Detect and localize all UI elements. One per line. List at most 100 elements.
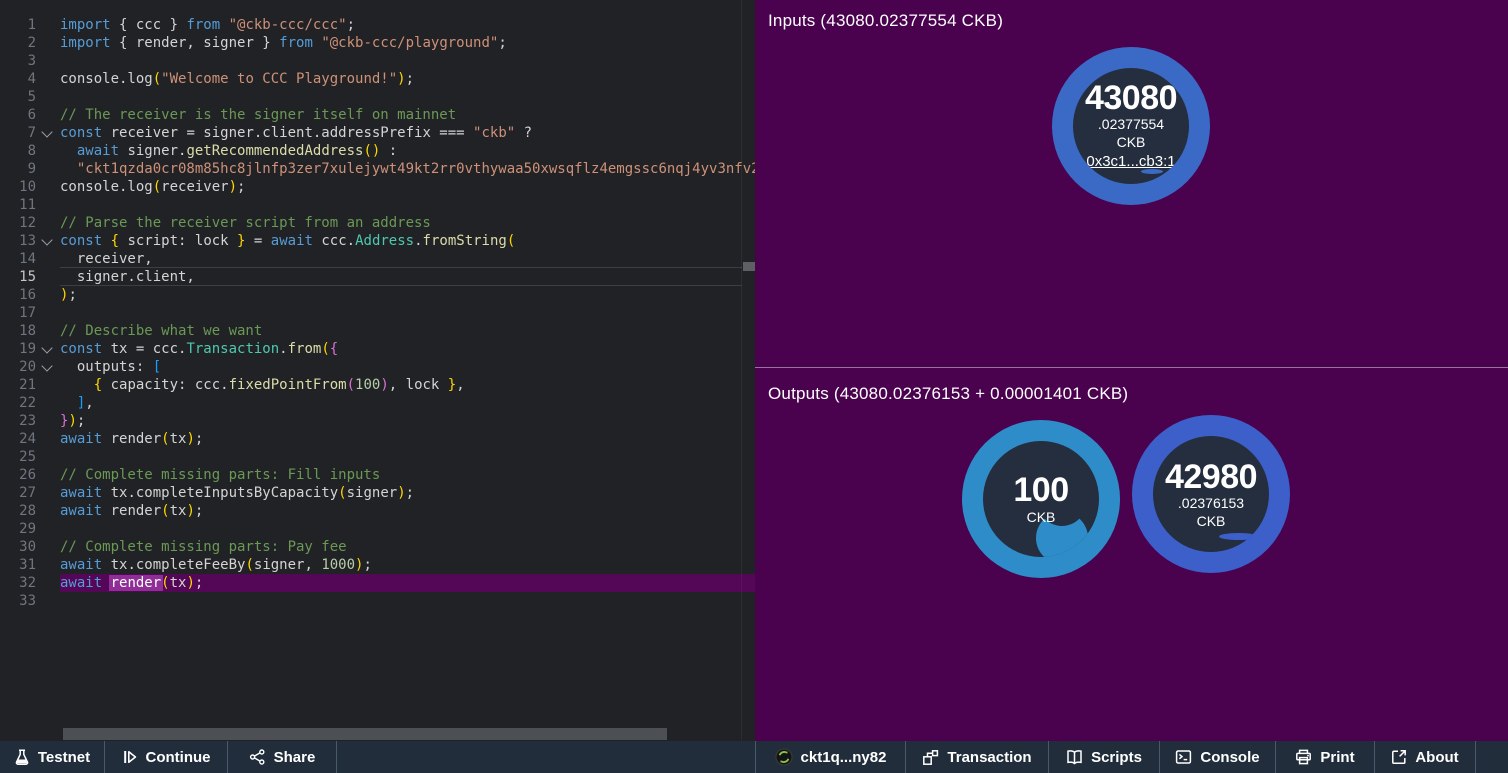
line-number: 20 <box>0 358 36 376</box>
code-line[interactable]: 4console.log("Welcome to CCC Playground!… <box>0 70 755 88</box>
output-0-unit: CKB <box>1027 508 1056 526</box>
horizontal-scrollbar-thumb[interactable] <box>63 728 667 740</box>
code-text <box>60 304 755 322</box>
code-text: // Parse the receiver script from an add… <box>60 214 755 232</box>
fold-gutter <box>36 16 60 34</box>
code-line[interactable]: 17 <box>0 304 755 322</box>
outputs-title: Outputs (43080.02376153 + 0.00001401 CKB… <box>768 384 1128 404</box>
code-line[interactable]: 15 signer.client, <box>0 268 755 286</box>
code-line[interactable]: 21 { capacity: ccc.fixedPointFrom(100), … <box>0 376 755 394</box>
scripts-button[interactable]: Scripts <box>1049 741 1160 773</box>
scripts-icon <box>1066 749 1083 765</box>
code-text: // Complete missing parts: Fill inputs <box>60 466 755 484</box>
fold-gutter <box>36 592 60 610</box>
console-button[interactable]: Console <box>1160 741 1276 773</box>
code-line[interactable]: 31await tx.completeFeeBy(signer, 1000); <box>0 556 755 574</box>
line-number: 1 <box>0 16 36 34</box>
code-line[interactable]: 32await render(tx); <box>0 574 755 592</box>
code-line[interactable]: 9 "ckt1qzda0cr08m85hc8jlnfp3zer7xulejywt… <box>0 160 755 178</box>
transaction-panel: Inputs (43080.02377554 CKB) 43080 .02377… <box>755 0 1508 741</box>
share-button[interactable]: Share <box>228 741 337 773</box>
fold-gutter <box>36 196 60 214</box>
step-forward-icon <box>122 749 138 765</box>
code-line[interactable]: 2import { render, signer } from "@ckb-cc… <box>0 34 755 52</box>
code-line[interactable]: 6// The receiver is the signer itself on… <box>0 106 755 124</box>
fold-chevron-icon[interactable] <box>36 358 60 376</box>
fold-gutter <box>36 412 60 430</box>
fold-chevron-icon[interactable] <box>36 340 60 358</box>
code-line[interactable]: 5 <box>0 88 755 106</box>
code-line[interactable]: 12 // Parse the receiver script from an a… <box>0 214 755 232</box>
code-line[interactable]: 14 receiver, <box>0 250 755 268</box>
line-number: 22 <box>0 394 36 412</box>
fold-gutter <box>36 394 60 412</box>
code-text: { capacity: ccc.fixedPointFrom(100), loc… <box>60 376 755 394</box>
line-number: 12 <box>0 214 36 232</box>
button-label: Continue <box>146 749 211 766</box>
code-line[interactable]: 7const receiver = signer.client.addressP… <box>0 124 755 142</box>
code-line[interactable]: 27await tx.completeInputsByCapacity(sign… <box>0 484 755 502</box>
code-line[interactable]: 24await render(tx); <box>0 430 755 448</box>
code-text <box>60 520 755 538</box>
fold-chevron-icon[interactable] <box>36 124 60 142</box>
code-line[interactable]: 33 <box>0 592 755 610</box>
about-button[interactable]: About <box>1375 741 1476 773</box>
fold-gutter <box>36 286 60 304</box>
code-line[interactable]: 10console.log(receiver); <box>0 178 755 196</box>
line-number: 29 <box>0 520 36 538</box>
code-line[interactable]: 30// Complete missing parts: Pay fee <box>0 538 755 556</box>
print-button[interactable]: Print <box>1276 741 1375 773</box>
code-text: const tx = ccc.Transaction.from({ <box>60 340 755 358</box>
line-number: 6 <box>0 106 36 124</box>
code-line[interactable]: 13const { script: lock } = await ccc.Add… <box>0 232 755 250</box>
transaction-button[interactable]: Transaction <box>906 741 1049 773</box>
code-line[interactable]: 1import { ccc } from "@ckb-ccc/ccc"; <box>0 16 755 34</box>
line-number: 33 <box>0 592 36 610</box>
inputs-section: Inputs (43080.02377554 CKB) 43080 .02377… <box>755 0 1508 368</box>
code-text <box>60 592 755 610</box>
code-line[interactable]: 18// Describe what we want <box>0 322 755 340</box>
testnet-button[interactable]: Testnet <box>0 741 105 773</box>
line-number: 11 <box>0 196 36 214</box>
code-line[interactable]: 29 <box>0 520 755 538</box>
input-cell[interactable]: 43080 .02377554 CKB 0x3c1...cb3:1 <box>1052 47 1210 205</box>
code-text: console.log("Welcome to CCC Playground!"… <box>60 70 755 88</box>
occupancy-indicator <box>1219 533 1258 540</box>
code-line[interactable]: 19const tx = ccc.Transaction.from({ <box>0 340 755 358</box>
fold-gutter <box>36 142 60 160</box>
fold-chevron-icon[interactable] <box>36 232 60 250</box>
line-number: 28 <box>0 502 36 520</box>
fold-gutter <box>36 268 60 286</box>
flask-icon <box>14 749 30 766</box>
line-number: 16 <box>0 286 36 304</box>
output-cell-1[interactable]: 42980 .02376153 CKB <box>1132 415 1290 573</box>
code-line[interactable]: 3 <box>0 52 755 70</box>
print-icon <box>1295 749 1312 765</box>
button-label: Testnet <box>38 749 90 766</box>
code-text <box>60 196 755 214</box>
input-outpoint-link[interactable]: 0x3c1...cb3:1 <box>1086 151 1175 172</box>
code-line[interactable]: 16); <box>0 286 755 304</box>
code-line[interactable]: 22 ], <box>0 394 755 412</box>
code-line[interactable]: 8 await signer.getRecommendedAddress() : <box>0 142 755 160</box>
line-number: 17 <box>0 304 36 322</box>
line-number: 15 <box>0 268 36 286</box>
button-label: Console <box>1200 749 1259 766</box>
output-cell-0[interactable]: 100 CKB <box>962 420 1120 578</box>
code-line[interactable]: 11 <box>0 196 755 214</box>
vertical-scrollbar-thumb[interactable] <box>743 262 755 271</box>
code-text: await tx.completeFeeBy(signer, 1000); <box>60 556 755 574</box>
code-line[interactable]: 23}); <box>0 412 755 430</box>
code-text: signer.client, <box>60 268 755 286</box>
fold-gutter <box>36 178 60 196</box>
code-line[interactable]: 28await render(tx); <box>0 502 755 520</box>
continue-button[interactable]: Continue <box>105 741 228 773</box>
fold-gutter <box>36 574 60 592</box>
code-line[interactable]: 25 <box>0 448 755 466</box>
code-editor[interactable]: 1import { ccc } from "@ckb-ccc/ccc";2imp… <box>0 0 755 741</box>
code-text: await render(tx); <box>60 430 755 448</box>
code-text: // Complete missing parts: Pay fee <box>60 538 755 556</box>
code-line[interactable]: 26// Complete missing parts: Fill inputs <box>0 466 755 484</box>
ckt1q-ny82-button[interactable]: ckt1q...ny82 <box>756 741 906 773</box>
code-line[interactable]: 20 outputs: [ <box>0 358 755 376</box>
